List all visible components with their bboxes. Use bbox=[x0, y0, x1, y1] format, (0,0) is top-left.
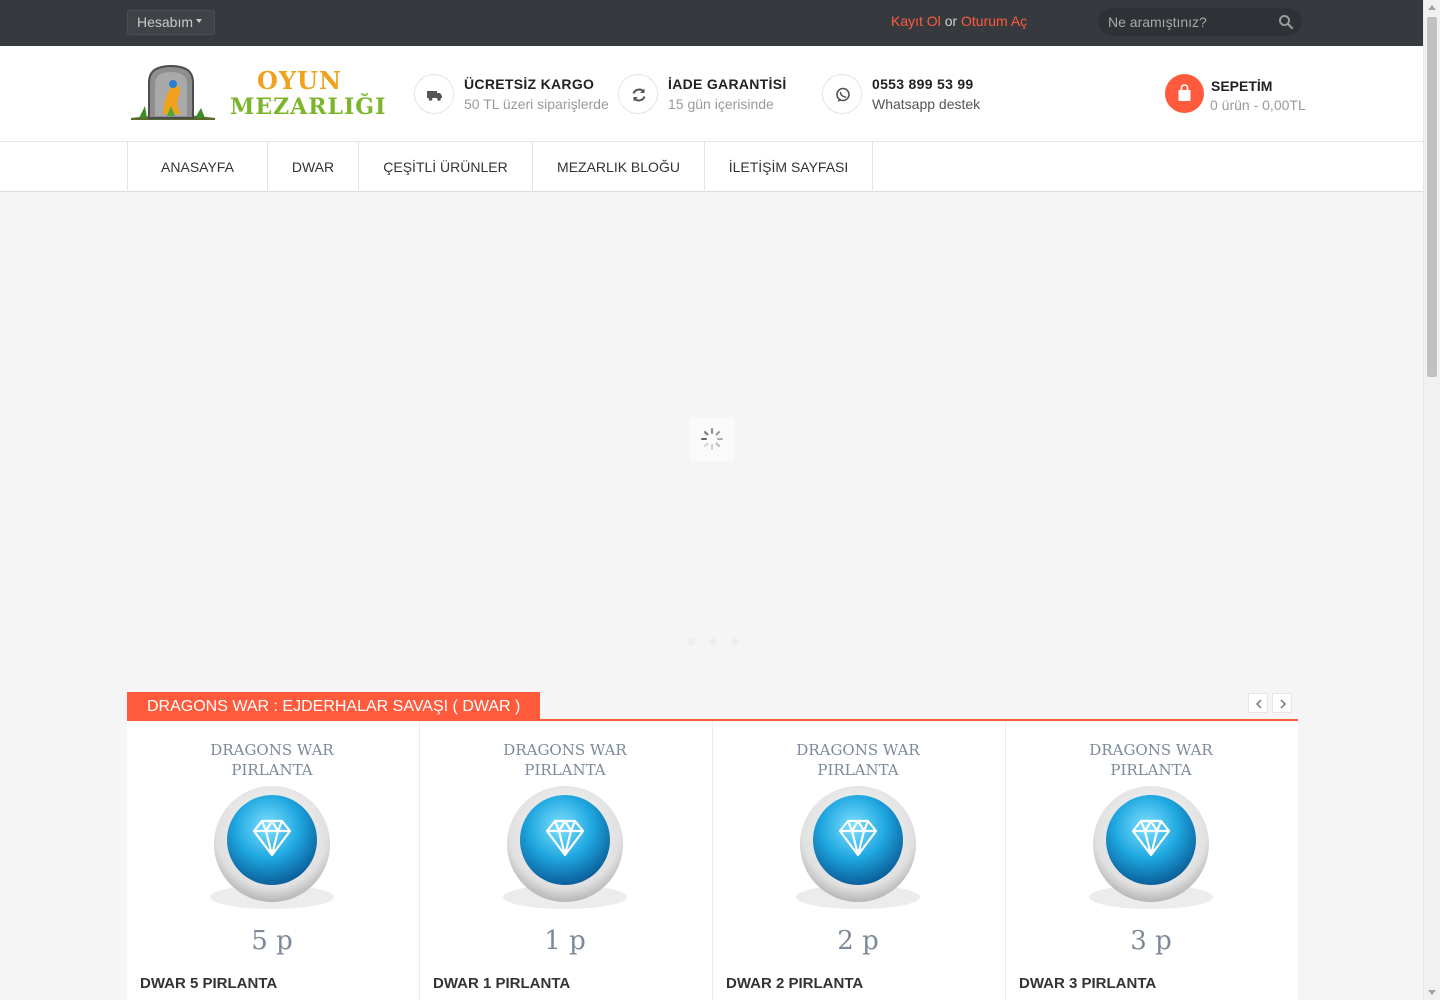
product-card[interactable]: DRAGONS WAR PIRLANTA 5 p DWAR 5 PIRLANTA bbox=[127, 721, 419, 1000]
diamond-product-image[interactable]: DRAGONS WAR PIRLANTA 5 p bbox=[184, 737, 360, 965]
feature-title: ÜCRETSİZ KARGO bbox=[464, 76, 595, 92]
whatsapp-icon bbox=[836, 87, 850, 102]
login-link[interactable]: Oturum Aç bbox=[961, 13, 1027, 29]
site-header: OYUN MEZARLIĞI ÜCRETSİZ KARGO 50 TL üzer… bbox=[0, 46, 1423, 142]
chevron-left-icon bbox=[1255, 699, 1262, 709]
nav-item-blog[interactable]: MEZARLIK BLOĞU bbox=[533, 142, 705, 192]
logo-line-2: MEZARLIĞI bbox=[230, 94, 387, 120]
nav-item-various-products[interactable]: ÇEŞİTLİ ÜRÜNLER bbox=[359, 142, 533, 192]
product-name[interactable]: DWAR 3 PIRLANTA bbox=[1019, 975, 1156, 992]
image-label: 3 p bbox=[1130, 926, 1171, 956]
image-label: DRAGONS WAR bbox=[796, 741, 920, 759]
image-label: 2 p bbox=[837, 926, 878, 956]
scroll-up-arrow-icon[interactable] bbox=[1428, 5, 1436, 10]
image-label: PIRLANTA bbox=[1110, 761, 1191, 779]
scrollbar-thumb[interactable] bbox=[1427, 17, 1437, 377]
search-input[interactable] bbox=[1108, 13, 1268, 31]
carousel-controls bbox=[1248, 693, 1292, 713]
image-label: 5 p bbox=[251, 926, 292, 956]
product-section-header: DRAGONS WAR : EJDERHALAR SAVAŞI ( DWAR ) bbox=[127, 692, 1298, 721]
feature-title: 0553 899 53 99 bbox=[872, 76, 974, 92]
cart-title: SEPETİM bbox=[1211, 78, 1273, 94]
site-logo[interactable]: OYUN MEZARLIĞI bbox=[127, 62, 385, 124]
image-label: DRAGONS WAR bbox=[210, 741, 334, 759]
top-bar: Hesabım Kayıt Ol or Oturum Aç bbox=[0, 0, 1423, 46]
image-label: DRAGONS WAR bbox=[503, 741, 627, 759]
loading-spinner bbox=[690, 417, 734, 461]
search-icon[interactable] bbox=[1278, 14, 1294, 30]
slider-dot[interactable] bbox=[709, 638, 717, 646]
feature-subtitle: 15 gün içerisinde bbox=[668, 96, 774, 112]
product-name[interactable]: DWAR 5 PIRLANTA bbox=[140, 975, 277, 992]
search-box bbox=[1098, 8, 1302, 36]
product-grid: DRAGONS WAR PIRLANTA 5 p DWAR 5 PIRLANTA… bbox=[127, 721, 1298, 1000]
product-name[interactable]: DWAR 2 PIRLANTA bbox=[726, 975, 863, 992]
slider-dot[interactable] bbox=[687, 638, 695, 646]
slider-dot[interactable] bbox=[731, 638, 739, 646]
scroll-down-arrow-icon[interactable] bbox=[1428, 990, 1436, 995]
nav-item-dwar[interactable]: DWAR bbox=[268, 142, 359, 192]
image-label: DRAGONS WAR bbox=[1089, 741, 1213, 759]
image-label: PIRLANTA bbox=[817, 761, 898, 779]
nav-item-home[interactable]: ANASAYFA bbox=[128, 142, 268, 192]
slider-pagination bbox=[687, 638, 739, 646]
feature-subtitle: 50 TL üzeri siparişlerde bbox=[464, 96, 609, 112]
product-card[interactable]: DRAGONS WAR PIRLANTA 3 p DWAR 3 PIRLANTA bbox=[1006, 721, 1298, 1000]
cart-summary: 0 ürün - 0,00TL bbox=[1210, 97, 1306, 113]
product-name[interactable]: DWAR 1 PIRLANTA bbox=[433, 975, 570, 992]
diamond-product-image[interactable]: DRAGONS WAR PIRLANTA 3 p bbox=[1063, 737, 1239, 965]
shopping-bag-icon bbox=[1178, 84, 1191, 101]
product-card[interactable]: DRAGONS WAR PIRLANTA 2 p DWAR 2 PIRLANTA bbox=[713, 721, 1005, 1000]
hero-slider bbox=[0, 193, 1423, 660]
auth-links: Kayıt Ol or Oturum Aç bbox=[891, 13, 1027, 29]
feature-title: İADE GARANTİSİ bbox=[668, 76, 787, 92]
account-dropdown-button[interactable]: Hesabım bbox=[127, 10, 215, 35]
register-link[interactable]: Kayıt Ol bbox=[891, 13, 941, 29]
truck-icon bbox=[427, 91, 442, 101]
diamond-product-image[interactable]: DRAGONS WAR PIRLANTA 2 p bbox=[770, 737, 946, 965]
image-label: 1 p bbox=[544, 926, 585, 956]
account-label: Hesabım bbox=[137, 14, 194, 30]
image-label: PIRLANTA bbox=[524, 761, 605, 779]
nav-item-contact[interactable]: İLETİŞİM SAYFASI bbox=[705, 142, 873, 192]
diamond-product-image[interactable]: DRAGONS WAR PIRLANTA 1 p bbox=[477, 737, 653, 965]
feature-subtitle: Whatsapp destek bbox=[872, 96, 981, 112]
spinner-icon bbox=[701, 428, 723, 450]
chevron-right-icon bbox=[1280, 699, 1287, 709]
or-text: or bbox=[944, 13, 958, 29]
caret-down-icon bbox=[196, 19, 203, 24]
refresh-icon bbox=[632, 88, 646, 102]
product-section-title: DRAGONS WAR : EJDERHALAR SAVAŞI ( DWAR ) bbox=[127, 692, 541, 720]
carousel-prev-button[interactable] bbox=[1248, 693, 1268, 713]
logo-line-1: OYUN bbox=[257, 66, 342, 95]
tombstone-logo-icon bbox=[131, 64, 215, 120]
main-navigation: ANASAYFA DWAR ÇEŞİTLİ ÜRÜNLER MEZARLIK B… bbox=[0, 142, 1423, 192]
image-label: PIRLANTA bbox=[231, 761, 312, 779]
product-card[interactable]: DRAGONS WAR PIRLANTA 1 p DWAR 1 PIRLANTA bbox=[420, 721, 712, 1000]
page-scrollbar[interactable] bbox=[1423, 0, 1440, 1000]
carousel-next-button[interactable] bbox=[1272, 693, 1292, 713]
